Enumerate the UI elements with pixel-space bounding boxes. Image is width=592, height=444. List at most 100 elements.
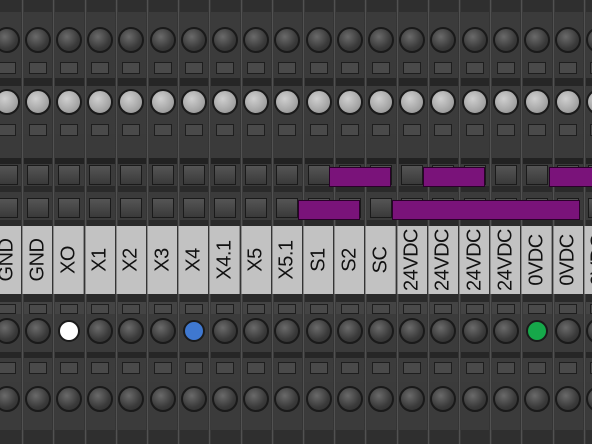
screw-terminal[interactable] xyxy=(24,89,51,115)
screw-terminal[interactable] xyxy=(336,27,363,53)
screw-terminal[interactable] xyxy=(305,89,332,115)
screw-terminal[interactable] xyxy=(492,386,519,412)
screw-terminal[interactable] xyxy=(336,89,363,115)
screw-terminal[interactable] xyxy=(399,89,426,115)
screw-terminal[interactable] xyxy=(118,27,145,53)
bridge-slot[interactable] xyxy=(245,165,268,185)
screw-terminal[interactable] xyxy=(0,27,20,53)
screw-terminal[interactable] xyxy=(555,89,582,115)
screw-terminal[interactable] xyxy=(118,89,145,115)
bridge-slot[interactable] xyxy=(89,198,112,218)
screw-terminal[interactable] xyxy=(87,27,114,53)
screw-terminal[interactable] xyxy=(368,386,394,412)
bridge-slot[interactable] xyxy=(526,165,548,185)
bridge-slot[interactable] xyxy=(214,165,236,185)
screw-terminal[interactable] xyxy=(555,386,582,412)
screw-terminal[interactable] xyxy=(0,318,20,344)
bridge-slot[interactable] xyxy=(494,165,517,185)
screw-terminal[interactable] xyxy=(492,27,519,53)
screw-terminal[interactable] xyxy=(492,318,519,344)
screw-terminal[interactable] xyxy=(243,386,270,412)
screw-terminal[interactable] xyxy=(336,318,363,344)
screw-terminal[interactable] xyxy=(56,386,82,412)
screw-terminal[interactable] xyxy=(586,386,592,412)
screw-terminal[interactable] xyxy=(243,89,270,115)
screw-terminal[interactable] xyxy=(87,89,114,115)
screw-terminal[interactable] xyxy=(305,386,332,412)
screw-terminal[interactable] xyxy=(24,386,51,412)
screw-terminal[interactable] xyxy=(274,89,301,115)
screw-terminal[interactable] xyxy=(0,386,20,412)
screw-terminal[interactable] xyxy=(399,27,426,53)
bridge-slot[interactable] xyxy=(151,165,174,185)
screw-terminal[interactable] xyxy=(118,386,145,412)
bridge-slot[interactable] xyxy=(401,165,424,185)
screw-terminal[interactable] xyxy=(243,27,270,53)
screw-terminal[interactable] xyxy=(430,318,457,344)
screw-terminal[interactable] xyxy=(274,318,301,344)
screw-terminal[interactable] xyxy=(149,318,176,344)
screw-terminal[interactable] xyxy=(149,27,176,53)
screw-terminal[interactable] xyxy=(368,318,394,344)
screw-terminal[interactable] xyxy=(305,27,332,53)
bridge-slot[interactable] xyxy=(58,165,80,185)
screw-terminal[interactable] xyxy=(56,89,82,115)
screw-terminal[interactable] xyxy=(212,386,238,412)
bridge-slot[interactable] xyxy=(26,165,49,185)
bridge-slot[interactable] xyxy=(307,165,330,185)
screw-terminal[interactable] xyxy=(586,27,592,53)
screw-terminal[interactable] xyxy=(212,318,238,344)
bridge-slot[interactable] xyxy=(58,198,80,218)
screw-terminal[interactable] xyxy=(212,27,238,53)
screw-terminal[interactable] xyxy=(305,318,332,344)
bridge-slot[interactable] xyxy=(276,165,299,185)
screw-terminal[interactable] xyxy=(149,89,176,115)
bridge-slot[interactable] xyxy=(182,198,205,218)
screw-terminal[interactable] xyxy=(212,89,238,115)
bridge-slot[interactable] xyxy=(588,198,592,218)
bridge-slot[interactable] xyxy=(245,198,268,218)
bridge-slot[interactable] xyxy=(120,165,143,185)
bridge-slot[interactable] xyxy=(89,165,112,185)
screw-terminal[interactable] xyxy=(180,89,207,115)
bridge-slot[interactable] xyxy=(151,198,174,218)
screw-terminal[interactable] xyxy=(524,27,550,53)
screw-terminal[interactable] xyxy=(430,27,457,53)
screw-terminal[interactable] xyxy=(56,27,82,53)
screw-terminal[interactable] xyxy=(368,89,394,115)
screw-terminal[interactable] xyxy=(274,386,301,412)
bridge-slot[interactable] xyxy=(182,165,205,185)
screw-terminal[interactable] xyxy=(399,318,426,344)
bridge-slot[interactable] xyxy=(120,198,143,218)
screw-terminal[interactable] xyxy=(399,386,426,412)
screw-terminal[interactable] xyxy=(586,318,592,344)
screw-terminal[interactable] xyxy=(461,89,488,115)
screw-terminal[interactable] xyxy=(87,386,114,412)
screw-terminal[interactable] xyxy=(336,386,363,412)
screw-terminal[interactable] xyxy=(243,318,270,344)
bridge-slot[interactable] xyxy=(26,198,49,218)
screw-terminal[interactable] xyxy=(461,318,488,344)
screw-terminal[interactable] xyxy=(524,89,550,115)
screw-terminal[interactable] xyxy=(0,89,20,115)
screw-terminal[interactable] xyxy=(586,89,592,115)
screw-terminal[interactable] xyxy=(180,27,207,53)
screw-terminal[interactable] xyxy=(461,386,488,412)
screw-terminal[interactable] xyxy=(368,27,394,53)
screw-terminal[interactable] xyxy=(87,318,114,344)
screw-terminal[interactable] xyxy=(430,89,457,115)
screw-terminal[interactable] xyxy=(430,386,457,412)
screw-terminal[interactable] xyxy=(524,386,550,412)
bridge-slot[interactable] xyxy=(214,198,236,218)
screw-terminal[interactable] xyxy=(118,318,145,344)
bridge-slot[interactable] xyxy=(0,198,18,218)
screw-terminal[interactable] xyxy=(492,89,519,115)
screw-terminal[interactable] xyxy=(555,27,582,53)
screw-terminal[interactable] xyxy=(461,27,488,53)
screw-terminal[interactable] xyxy=(555,318,582,344)
screw-terminal[interactable] xyxy=(24,318,51,344)
screw-terminal[interactable] xyxy=(180,386,207,412)
screw-terminal[interactable] xyxy=(149,386,176,412)
bridge-slot[interactable] xyxy=(0,165,18,185)
bridge-slot[interactable] xyxy=(276,198,299,218)
